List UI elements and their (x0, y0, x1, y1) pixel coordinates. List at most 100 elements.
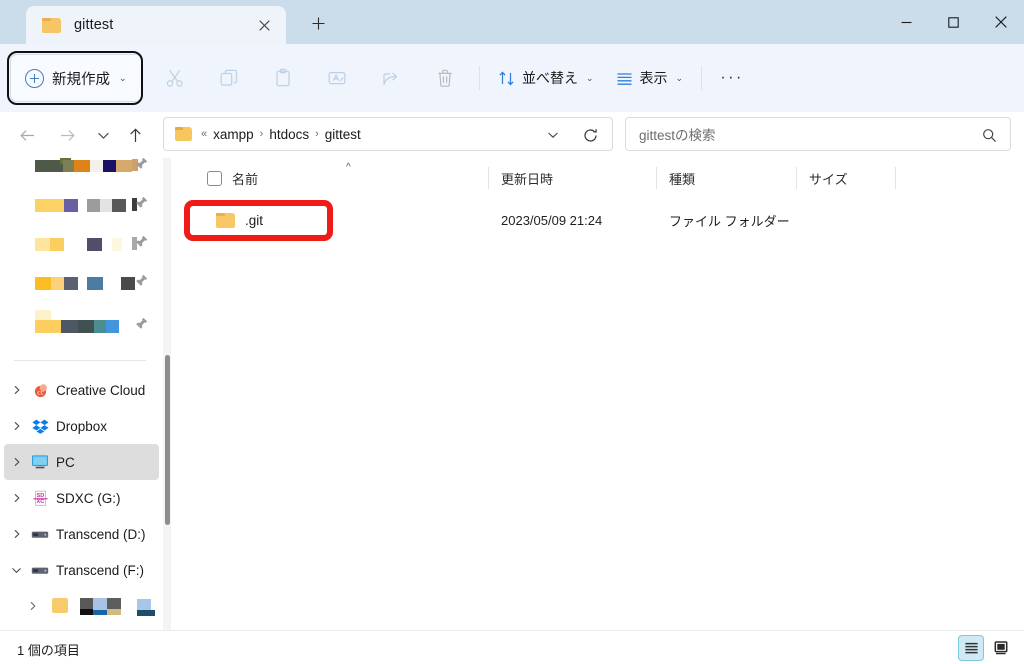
column-header-label: 種類 (669, 171, 696, 187)
breadcrumb-separator: › (315, 128, 319, 140)
column-divider[interactable] (656, 167, 657, 189)
sidebar-pinned-item[interactable] (4, 226, 159, 265)
chevron-right-icon[interactable] (20, 601, 45, 611)
file-name: .git (245, 212, 264, 228)
new-tab-button[interactable] (304, 11, 332, 35)
details-view-button[interactable] (958, 635, 984, 661)
sidebar-item-pc[interactable]: PC (4, 444, 159, 480)
search-input[interactable]: gittestの検索 (639, 124, 716, 144)
pc-icon (29, 454, 51, 470)
folder-icon (175, 127, 192, 141)
column-header-modified[interactable]: 更新日時 (501, 158, 553, 198)
sort-button-label: 並べ替え (522, 70, 578, 86)
search-icon[interactable] (980, 126, 998, 144)
chevron-right-icon[interactable] (4, 385, 29, 395)
more-options-button[interactable]: ··· (709, 58, 755, 98)
view-button[interactable]: 表示 ⌄ (605, 58, 695, 98)
file-modified: 2023/05/09 21:24 (501, 212, 603, 228)
sidebar-divider (14, 360, 146, 361)
sidebar-scrollbar-thumb[interactable] (164, 355, 170, 525)
file-type: ファイル フォルダー (669, 213, 790, 229)
sidebar-item-label: Creative Cloud (56, 382, 146, 398)
chevron-right-icon[interactable] (4, 421, 29, 431)
column-header-name[interactable]: 名前 (207, 158, 258, 198)
sd-card-icon: SD XC (29, 490, 51, 507)
sidebar-pinned-item[interactable] (4, 158, 159, 187)
new-button-label: 新規作成 (52, 71, 110, 88)
column-divider[interactable] (895, 167, 896, 189)
chevron-right-icon[interactable] (4, 529, 29, 539)
select-all-checkbox[interactable] (207, 170, 222, 186)
back-button[interactable] (12, 120, 42, 150)
column-header-label: 更新日時 (501, 171, 554, 187)
forward-button[interactable] (52, 120, 82, 150)
address-bar[interactable]: « xampp › htdocs › gittest (163, 117, 613, 151)
breadcrumb-item-htdocs[interactable]: htdocs (265, 125, 313, 144)
breadcrumb-prefix: « (201, 128, 208, 140)
sidebar-item-sdxc-g[interactable]: SD XC SDXC (G:) (4, 480, 159, 516)
sidebar-item-transcend-f[interactable]: Transcend (F:) (4, 552, 159, 588)
chevron-right-icon[interactable] (4, 493, 29, 503)
pin-icon[interactable] (135, 274, 149, 288)
folder-icon (42, 17, 61, 33)
view-button-label: 表示 (639, 70, 668, 86)
sort-button[interactable]: 並べ替え ⌄ (487, 58, 605, 98)
sidebar-pinned-item[interactable] (4, 187, 159, 226)
drive-icon (29, 528, 51, 541)
sidebar-item-label: Transcend (D:) (56, 526, 146, 542)
column-header-type[interactable]: 種類 (669, 158, 695, 198)
sidebar-item-creative-cloud[interactable]: cc Creative Cloud (4, 372, 159, 408)
item-count-label: 1 個の項目 (17, 643, 80, 658)
command-toolbar: 新規作成 ⌄ 並べ替え ⌄ 表示 ⌄ ··· (0, 44, 1024, 112)
breadcrumb-item-xampp[interactable]: xampp (209, 125, 258, 144)
recent-locations-button[interactable] (88, 120, 118, 150)
toolbar-icon-group: 並べ替え ⌄ 表示 ⌄ ··· (148, 58, 755, 98)
pin-icon[interactable] (135, 196, 149, 210)
search-box[interactable]: gittestの検索 (625, 117, 1011, 151)
view-toggle-group (958, 635, 1014, 661)
sort-ascending-indicator: ^ (346, 162, 351, 173)
copy-icon[interactable] (202, 58, 256, 98)
chevron-down-icon: ⌄ (675, 72, 684, 83)
cut-icon[interactable] (148, 58, 202, 98)
tab-gittest[interactable]: gittest (26, 6, 286, 44)
chevron-down-icon: ⌄ (119, 72, 127, 83)
column-header-label: 名前 (232, 171, 259, 187)
breadcrumb-item-gittest[interactable]: gittest (321, 125, 365, 144)
chevron-down-icon[interactable] (4, 565, 29, 576)
close-icon[interactable] (254, 15, 274, 35)
chevron-right-icon[interactable] (4, 457, 29, 467)
up-button[interactable] (120, 120, 150, 150)
folder-icon (216, 212, 235, 228)
refresh-icon[interactable] (580, 125, 600, 145)
rename-icon[interactable] (310, 58, 364, 98)
navigation-sidebar[interactable]: cc Creative Cloud Dropbox PC SD XC SDXC … (0, 158, 163, 630)
close-button[interactable] (977, 0, 1024, 44)
file-list-panel[interactable]: 名前 ^ 更新日時 種類 サイズ .git 2023/05/09 21:24 フ… (171, 158, 1024, 630)
table-row[interactable]: .git 2023/05/09 21:24 ファイル フォルダー (171, 204, 1024, 236)
sidebar-item-dropbox[interactable]: Dropbox (4, 408, 159, 444)
chevron-down-icon[interactable] (544, 127, 562, 143)
svg-text:XC: XC (36, 499, 44, 505)
sidebar-pinned-item[interactable] (4, 304, 159, 346)
column-divider[interactable] (796, 167, 797, 189)
svg-text:cc: cc (37, 387, 44, 396)
column-divider[interactable] (488, 167, 489, 189)
pin-icon[interactable] (135, 158, 149, 171)
dropbox-icon (29, 418, 51, 435)
sidebar-item-transcend-d[interactable]: Transcend (D:) (4, 516, 159, 552)
plus-circle-icon (25, 68, 44, 88)
pin-icon[interactable] (135, 235, 149, 249)
share-icon[interactable] (364, 58, 418, 98)
minimize-button[interactable] (883, 0, 930, 44)
new-button[interactable]: 新規作成 ⌄ (10, 54, 142, 102)
delete-icon[interactable] (418, 58, 472, 98)
pin-icon[interactable] (135, 317, 149, 331)
sidebar-pinned-item[interactable] (4, 265, 159, 304)
toolbar-divider (479, 66, 480, 90)
column-header-size[interactable]: サイズ (809, 158, 848, 198)
large-icons-view-button[interactable] (988, 635, 1014, 661)
paste-icon[interactable] (256, 58, 310, 98)
maximize-button[interactable] (930, 0, 977, 44)
sidebar-child-item[interactable] (4, 588, 159, 624)
